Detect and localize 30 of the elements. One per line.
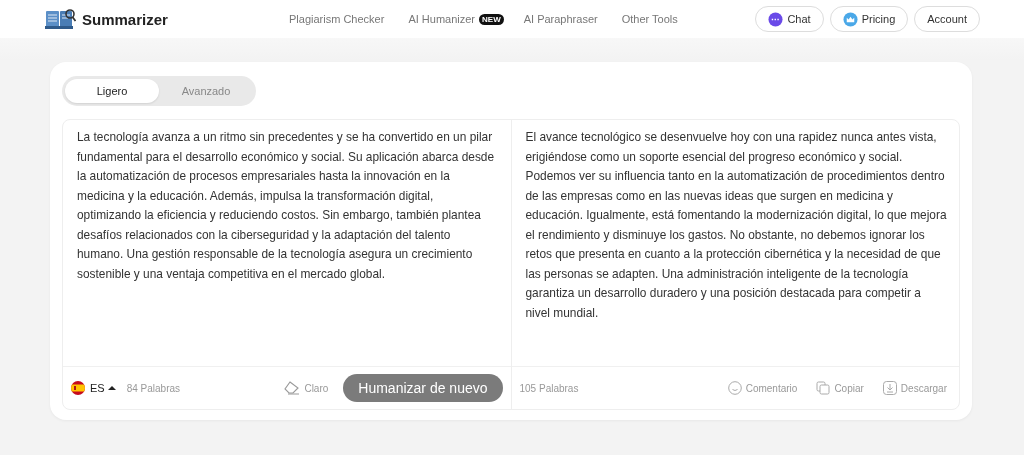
chat-bubble-icon [768, 11, 784, 27]
caret-icon [107, 385, 116, 391]
smiley-icon [727, 381, 742, 395]
feedback-button[interactable]: Comentario [723, 381, 802, 395]
crown-icon [842, 11, 858, 27]
copy-button[interactable]: Copiar [812, 381, 868, 395]
brand-name: Summarizer [82, 10, 168, 28]
language-selector[interactable]: ES [90, 382, 116, 394]
nav-link[interactable]: AI Humanizer [408, 13, 475, 25]
mode-tab[interactable]: Ligero [65, 79, 159, 103]
nav-link[interactable]: Other Tools [621, 13, 678, 25]
word-count: 84 Palabras [126, 382, 181, 394]
input-text[interactable]: La tecnología avanza a un ritmo sin precedentes y se ha convertido en un pilar fundamental para el desarrollo económico y social. Su aplicación abarca desde la automatización de procesos empresariales hasta la innovación en la medicina y la educación. Además, impulsa la transformación digital, optimizando la eficiencia y reduciendo costos. Sin embargo, también plantea desafíos relacionados con la ciberseguridad y la adaptación del talento humano. Una gestión responsable de la tecnología asegura un crecimiento sostenible y una ventaja competitiva en el mercado global. [63, 120, 511, 366]
pricing-button[interactable]: Pricing [829, 6, 909, 32]
chat-button[interactable]: Chat [755, 6, 824, 32]
nav-link[interactable]: Plagiarism Checker [289, 13, 385, 25]
new-badge: NEW [479, 13, 504, 25]
humanize-button[interactable]: Humanizar de nuevo [343, 374, 503, 402]
mode-tab[interactable]: Avanzado [159, 79, 253, 103]
spain-flag-icon [71, 381, 85, 395]
download-icon [882, 381, 897, 395]
download-button[interactable]: Descargar [878, 381, 951, 395]
book-logo-icon [44, 7, 76, 31]
clear-button[interactable]: Claro [280, 381, 333, 395]
word-count: 105 Palabras [519, 382, 579, 394]
eraser-icon [284, 381, 301, 395]
nav-link[interactable]: AI Paraphraser [523, 13, 598, 25]
account-button[interactable]: Account [914, 6, 980, 32]
output-text: El avance tecnológico se desenvuelve hoy con una rapidez nunca antes vista, erigiéndose como un soporte esencial del progreso económico y social. Podemos ver su influencia tanto en la automatización de procedimientos dentro de las empresas como en las nuevas ideas que surgen en medicina y educación. Igualmente, está fomentando la modernización digital, lo que mejora el rendimiento y disminuye los gastos. No obstante, no debemos ignorar los retos que presenta en cuanto a la protección cibernética y la necesidad de que las personas se adapten. Una administración inteligente de la tecnología garantiza un desarrollo duradero y una posición destacada para competir a nivel mundial. [524, 129, 948, 322]
copy-icon [816, 381, 831, 395]
